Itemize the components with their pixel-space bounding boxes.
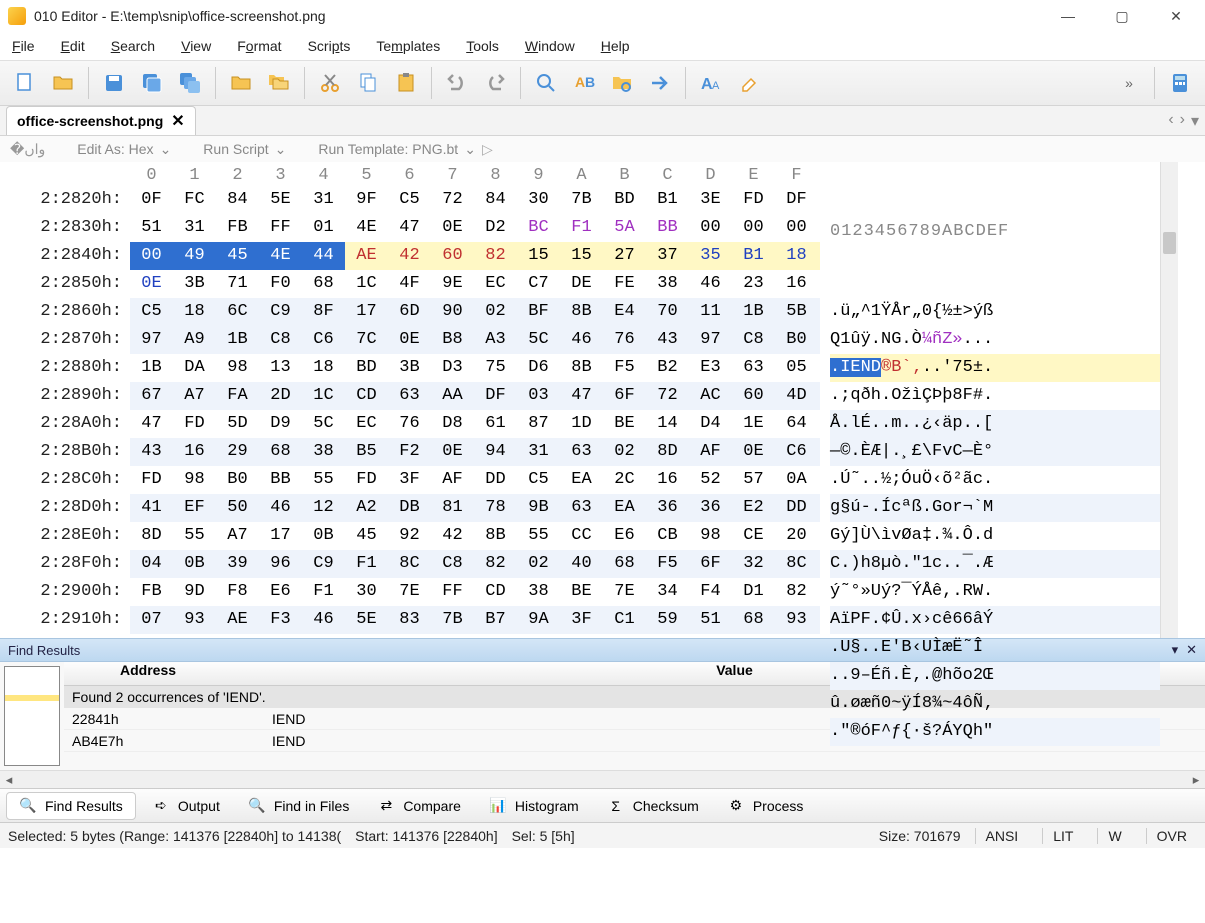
status-selected: Selected: 5 bytes (Range: 141376 [22840h…: [8, 828, 341, 844]
tab-label: office-screenshot.png: [17, 113, 163, 129]
run-template-dropdown[interactable]: Run Template: PNG.bt ⌄ ▷: [318, 141, 492, 158]
status-sel: Sel: 5 [5h]: [512, 828, 575, 844]
save-all-button[interactable]: [173, 66, 207, 100]
arrow-icon: ➪: [152, 797, 170, 815]
chevron-down-icon: ⌄: [160, 141, 172, 158]
bottom-tab-histogram[interactable]: 📊Histogram: [477, 792, 591, 820]
tab-close-icon[interactable]: ✕: [171, 111, 184, 131]
search-icon: 🔍: [19, 797, 37, 815]
bottom-tab-compare[interactable]: ⇄Compare: [365, 792, 473, 820]
menu-bar: File Edit Search View Format Scripts Tem…: [0, 32, 1205, 60]
find-results-title: Find Results: [8, 643, 80, 658]
bottom-tab-process[interactable]: ⚙Process: [715, 792, 816, 820]
vertical-scrollbar[interactable]: [1160, 162, 1178, 638]
status-ansi[interactable]: ANSI: [975, 828, 1029, 844]
menu-window[interactable]: Window: [525, 38, 575, 54]
status-lit[interactable]: LIT: [1042, 828, 1083, 844]
open-folder-button[interactable]: [224, 66, 258, 100]
close-button[interactable]: ✕: [1163, 3, 1189, 29]
open-button[interactable]: [46, 66, 80, 100]
find-in-files-button[interactable]: [605, 66, 639, 100]
editor-options-bar: �واں Edit As: Hex ⌄ Run Script ⌄ Run Tem…: [0, 136, 1205, 162]
play-icon[interactable]: ▷: [482, 141, 493, 158]
status-w[interactable]: W: [1097, 828, 1131, 844]
svg-text:A: A: [712, 80, 720, 92]
more-button[interactable]: »: [1112, 66, 1146, 100]
cut-button[interactable]: [313, 66, 347, 100]
tab-prev-icon[interactable]: ‹: [1168, 111, 1173, 131]
redo-button[interactable]: [478, 66, 512, 100]
svg-text:A: A: [575, 74, 585, 90]
menu-view[interactable]: View: [181, 38, 211, 54]
menu-search[interactable]: Search: [111, 38, 155, 54]
copy-button[interactable]: [351, 66, 385, 100]
scrollbar-thumb[interactable]: [1163, 232, 1176, 254]
new-file-button[interactable]: [8, 66, 42, 100]
compare-icon: ⇄: [377, 797, 395, 815]
replace-button[interactable]: AB: [567, 66, 601, 100]
app-icon: [8, 7, 26, 25]
bottom-tab-output[interactable]: ➪Output: [140, 792, 232, 820]
process-icon: ⚙: [727, 797, 745, 815]
menu-scripts[interactable]: Scripts: [308, 38, 351, 54]
tab-dropdown-icon[interactable]: ▾: [1191, 111, 1199, 131]
chevron-down-icon: ⌄: [464, 141, 476, 158]
search-icon: 🔍: [248, 797, 266, 815]
tab-next-icon[interactable]: ›: [1180, 111, 1185, 131]
status-size: Size: 701679: [879, 828, 961, 844]
menu-file[interactable]: File: [12, 38, 35, 54]
status-bar: Selected: 5 bytes (Range: 141376 [22840h…: [0, 822, 1205, 848]
chevron-down-icon: ⌄: [275, 141, 287, 158]
address-column: 2:2820h:2:2830h:2:2840h:2:2850h:2:2860h:…: [0, 162, 130, 638]
menu-tools[interactable]: Tools: [466, 38, 499, 54]
find-button[interactable]: [529, 66, 563, 100]
tab-bar: office-screenshot.png ✕ ‹ › ▾: [0, 106, 1205, 136]
paste-button[interactable]: [389, 66, 423, 100]
histogram-icon: 📊: [489, 797, 507, 815]
run-script-dropdown[interactable]: Run Script ⌄: [203, 141, 286, 158]
ascii-column[interactable]: 0123456789ABCDEF .ü„^1ŸÅr„0{½±>ýßQ1ûÿ.NG…: [820, 162, 1160, 638]
title-bar: 010 Editor - E:\temp\snip\office-screens…: [0, 0, 1205, 32]
save-as-button[interactable]: [135, 66, 169, 100]
menu-help[interactable]: Help: [601, 38, 630, 54]
window-title: 010 Editor - E:\temp\snip\office-screens…: [34, 8, 1055, 24]
scroll-right-icon[interactable]: ▸: [1187, 772, 1205, 788]
col-address[interactable]: Address: [64, 662, 264, 685]
toolbar: AB AA »: [0, 60, 1205, 106]
bottom-tab-find-results[interactable]: 🔍Find Results: [6, 792, 136, 820]
calculator-button[interactable]: [1163, 66, 1197, 100]
save-button[interactable]: [97, 66, 131, 100]
undo-button[interactable]: [440, 66, 474, 100]
bottom-tab-find-in-files[interactable]: 🔍Find in Files: [236, 792, 361, 820]
status-start: Start: 141376 [22840h]: [355, 828, 497, 844]
file-tab[interactable]: office-screenshot.png ✕: [6, 106, 196, 135]
panel-menu-icon[interactable]: ▾: [1172, 642, 1179, 658]
goto-button[interactable]: [643, 66, 677, 100]
menu-edit[interactable]: Edit: [61, 38, 85, 54]
panel-close-icon[interactable]: ✕: [1186, 642, 1197, 658]
status-ovr[interactable]: OVR: [1146, 828, 1197, 844]
file-overview-thumb[interactable]: [4, 666, 60, 766]
highlight-button[interactable]: [732, 66, 766, 100]
hex-editor[interactable]: 2:2820h:2:2830h:2:2840h:2:2850h:2:2860h:…: [0, 162, 1205, 638]
open-folders-button[interactable]: [262, 66, 296, 100]
svg-text:B: B: [585, 74, 595, 90]
hex-bytes-column[interactable]: 0123456789ABCDEF 0FFC845E319FC57284307BB…: [130, 162, 820, 638]
minimize-button[interactable]: —: [1055, 3, 1081, 29]
edit-as-dropdown[interactable]: Edit As: Hex ⌄: [77, 141, 171, 158]
collapse-icon[interactable]: �واں: [10, 141, 45, 158]
font-button[interactable]: AA: [694, 66, 728, 100]
scroll-left-icon[interactable]: ◂: [0, 772, 18, 788]
menu-templates[interactable]: Templates: [376, 38, 440, 54]
bottom-tab-checksum[interactable]: ΣChecksum: [595, 792, 711, 820]
maximize-button[interactable]: ▢: [1109, 3, 1135, 29]
menu-format[interactable]: Format: [237, 38, 281, 54]
checksum-icon: Σ: [607, 797, 625, 815]
